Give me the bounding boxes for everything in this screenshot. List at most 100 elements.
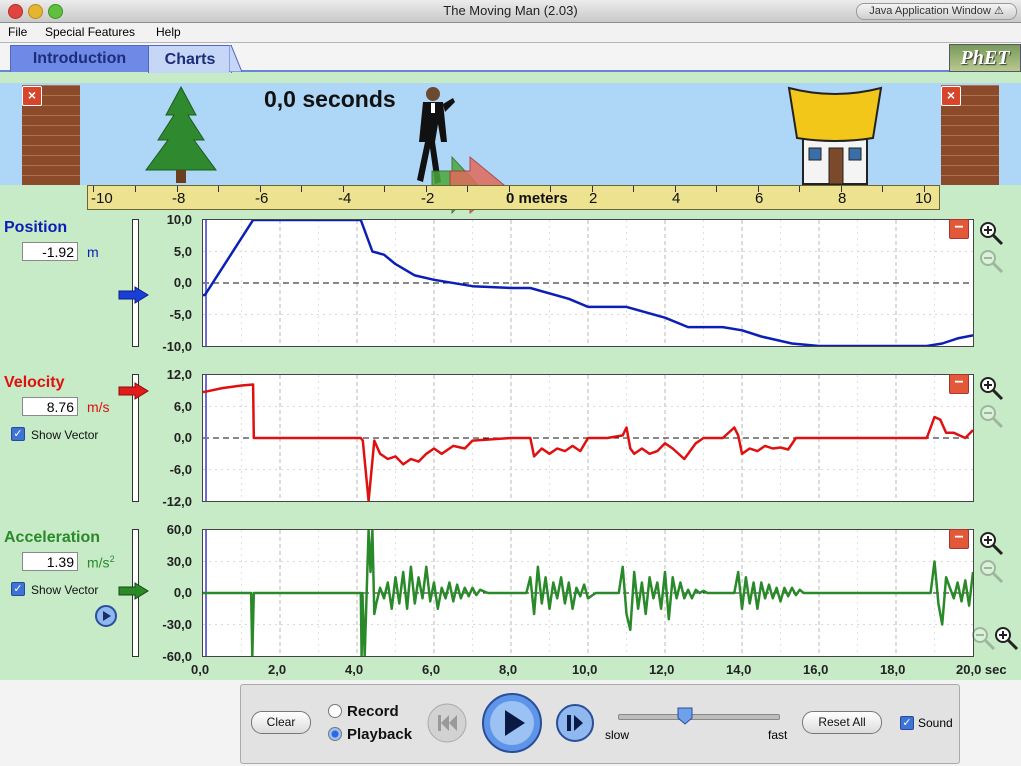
playback-radio[interactable]	[328, 727, 342, 741]
minimize-acceleration-chart-button[interactable]: −	[949, 529, 969, 549]
ruler-tick	[218, 186, 219, 192]
zoom-in-icon[interactable]	[978, 220, 1004, 246]
position-value-field[interactable]: -1.92	[22, 242, 78, 261]
position-slider-arrow-icon[interactable]	[118, 286, 150, 304]
velocity-ytick: 12,0	[166, 367, 192, 382]
position-unit: m	[87, 244, 99, 260]
phet-logo: PhET	[949, 44, 1021, 72]
velocity-title: Velocity	[4, 374, 65, 391]
java-badge-label: Java Application Window	[869, 5, 991, 17]
velocity-value-field[interactable]: 8.76	[22, 397, 78, 416]
reset-all-button[interactable]: Reset All	[802, 711, 882, 734]
velocity-show-vector-checkbox[interactable]: ✓	[11, 427, 25, 441]
minimize-position-chart-button[interactable]: −	[949, 219, 969, 239]
time-axis-tick: 14,0	[726, 662, 752, 677]
ruler-label: 4	[672, 190, 681, 207]
acceleration-show-vector-label: Show Vector	[31, 583, 99, 597]
ruler-unit-label: 0 meters	[506, 190, 568, 207]
time-axis-tick: 6,0	[422, 662, 441, 677]
acceleration-slider-arrow-icon[interactable]	[118, 582, 150, 600]
sound-label: Sound	[918, 716, 953, 730]
acceleration-value-field[interactable]: 1.39	[22, 552, 78, 571]
ruler-tick	[799, 186, 800, 192]
remove-right-wall-button[interactable]: ×	[941, 86, 961, 106]
time-axis-tick: 16,0	[803, 662, 829, 677]
menu-bar: File Special Features Help	[0, 23, 1021, 43]
zoom-in-icon[interactable]	[978, 375, 1004, 401]
playback-control-panel: Clear Record Playback slow fast Reset Al…	[240, 684, 960, 764]
velocity-chart[interactable]	[202, 374, 974, 502]
window-titlebar: The Moving Man (2.03) Java Application W…	[0, 0, 1021, 23]
position-ruler: -10 -8 -6 -4 -2 0 meters 2 4 6 8 10	[87, 185, 940, 210]
tab-charts-slant	[229, 45, 243, 72]
velocity-slider-arrow-icon[interactable]	[118, 382, 150, 400]
ruler-label: 2	[589, 190, 598, 207]
time-axis-tick: 0,0	[191, 662, 210, 677]
warning-icon: ⚠	[993, 5, 1004, 17]
clear-button[interactable]: Clear	[251, 711, 311, 734]
java-badge: Java Application Window ⚠	[856, 3, 1017, 20]
ruler-tick	[384, 186, 385, 192]
position-ytick: -5,0	[169, 307, 192, 322]
speed-slider-track[interactable]	[618, 714, 780, 720]
ruler-label: -6	[255, 190, 269, 207]
horizontal-zoom-in-icon[interactable]	[993, 625, 1019, 651]
ruler-label: 10	[915, 190, 932, 207]
ruler-label: -4	[338, 190, 352, 207]
position-ytick: 5,0	[173, 244, 192, 259]
time-axis-tick: 10,0	[572, 662, 598, 677]
ruler-tick	[467, 186, 468, 192]
ruler-label: -10	[91, 190, 113, 207]
rewind-button[interactable]	[427, 703, 467, 743]
acceleration-show-vector-checkbox[interactable]: ✓	[11, 582, 25, 596]
velocity-ytick: -6,0	[169, 462, 192, 477]
tab-charts[interactable]: Charts	[148, 45, 232, 73]
remove-left-wall-button[interactable]: ×	[22, 86, 42, 106]
menu-help[interactable]: Help	[156, 25, 181, 39]
position-ytick: -10,0	[162, 339, 192, 354]
sound-checkbox[interactable]: ✓	[900, 716, 914, 730]
position-ytick: 0,0	[173, 275, 192, 290]
acceleration-ytick: 0,0	[173, 585, 192, 600]
house-icon	[787, 86, 883, 185]
acceleration-ytick: 30,0	[166, 554, 192, 569]
speed-fast-label: fast	[768, 728, 788, 742]
velocity-ytick: -12,0	[162, 494, 192, 509]
time-axis-tick: 12,0	[649, 662, 675, 677]
menu-file[interactable]: File	[8, 25, 27, 39]
zoom-in-icon[interactable]	[978, 530, 1004, 556]
speed-slow-label: slow	[605, 728, 630, 742]
acceleration-ytick: -60,0	[162, 649, 192, 664]
acceleration-unit-exponent: 2	[109, 554, 115, 564]
horizontal-zoom-out-icon[interactable]	[970, 625, 996, 651]
time-axis-tick: 8,0	[499, 662, 518, 677]
ruler-label: -2	[421, 190, 435, 207]
velocity-unit: m/s	[87, 399, 110, 415]
minimize-velocity-chart-button[interactable]: −	[949, 374, 969, 394]
time-axis-tick: 20,0 sec	[956, 662, 1007, 677]
position-chart[interactable]	[202, 219, 974, 347]
menu-special-features[interactable]: Special Features	[45, 25, 135, 39]
zoom-out-icon[interactable]	[978, 248, 1004, 274]
velocity-show-vector-label: Show Vector	[31, 428, 99, 442]
acceleration-unit: m/s2	[87, 554, 115, 571]
acceleration-chart[interactable]	[202, 529, 974, 657]
tab-introduction[interactable]: Introduction	[10, 45, 149, 72]
ruler-tick	[301, 186, 302, 192]
record-radio[interactable]	[328, 704, 342, 718]
record-label: Record	[347, 703, 399, 720]
step-forward-button[interactable]	[555, 703, 595, 743]
play-button[interactable]	[481, 692, 543, 754]
zoom-out-icon[interactable]	[978, 558, 1004, 584]
ruler-label: 8	[838, 190, 847, 207]
acceleration-unit-base: m/s	[87, 554, 110, 571]
time-readout: 0,0 seconds	[264, 86, 396, 112]
ruler-tick	[882, 186, 883, 192]
speed-slider-thumb[interactable]	[677, 707, 693, 725]
zoom-out-icon[interactable]	[978, 403, 1004, 429]
tree-icon	[145, 85, 217, 183]
position-slider[interactable]	[132, 219, 139, 347]
ruler-tick	[633, 186, 634, 192]
acceleration-title: Acceleration	[4, 529, 101, 546]
play-small-icon[interactable]	[94, 604, 118, 628]
